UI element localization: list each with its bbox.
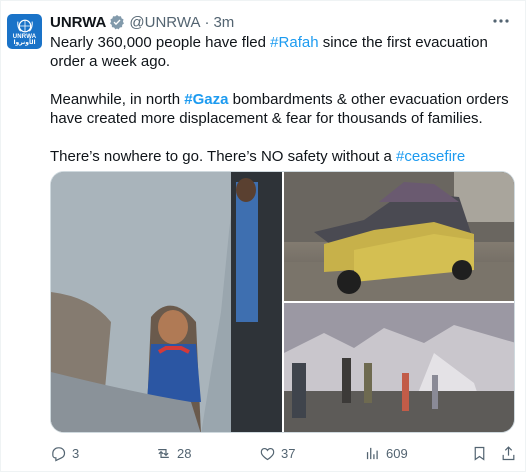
photo-tents-camp[interactable] xyxy=(284,303,514,432)
avatar[interactable]: UNRWA الأونروا xyxy=(7,14,42,49)
more-icon[interactable] xyxy=(491,11,511,31)
verified-icon xyxy=(110,15,125,30)
hashtag-link[interactable]: #Rafah xyxy=(270,34,318,51)
photo-loaded-taxi[interactable] xyxy=(284,172,514,301)
bookmark-icon xyxy=(474,446,485,461)
retweet-count: 28 xyxy=(177,445,192,461)
share-icon xyxy=(502,445,515,460)
author-handle[interactable]: @UNRWA xyxy=(129,14,200,31)
views-count: 609 xyxy=(386,445,408,461)
like-button[interactable]: 37 xyxy=(259,443,295,463)
un-emblem-icon xyxy=(16,19,33,33)
separator-dot: · xyxy=(204,13,210,31)
retweet-button[interactable]: 28 xyxy=(155,443,191,463)
avatar-brand-subtext: الأونروا xyxy=(13,40,36,46)
retweet-icon xyxy=(158,448,169,458)
tweet-timestamp[interactable]: 3m xyxy=(213,14,234,31)
like-count: 37 xyxy=(281,445,296,461)
tweet-text-segment: There’s nowhere to go. There’s NO safety… xyxy=(50,148,397,165)
tweet-paragraph: Meanwhile, in north #Gaza bombardments &… xyxy=(50,90,518,128)
reply-icon xyxy=(52,446,66,462)
views-icon xyxy=(366,447,378,459)
tweet-paragraph: Nearly 360,000 people have fled #Rafah s… xyxy=(50,33,518,71)
media-grid xyxy=(50,171,515,433)
reply-button[interactable]: 3 xyxy=(50,443,79,463)
photo-child-behind-tarp[interactable] xyxy=(51,172,282,432)
action-bar: 3 28 37 609 xyxy=(50,443,518,463)
hashtag-link[interactable]: #Gaza xyxy=(184,91,228,108)
views-button[interactable]: 609 xyxy=(364,443,408,463)
tweet-header: UNRWA @UNRWA · 3m xyxy=(50,12,234,32)
like-icon xyxy=(260,447,275,460)
share-button[interactable] xyxy=(500,443,522,463)
tweet-text-segment: Nearly 360,000 people have fled xyxy=(50,34,271,51)
reply-count: 3 xyxy=(72,445,80,461)
tweet-text-segment: Meanwhile, in north xyxy=(50,91,185,108)
author-name[interactable]: UNRWA xyxy=(50,14,106,31)
tweet-paragraph: There’s nowhere to go. There’s NO safety… xyxy=(50,147,518,166)
tweet-text: Nearly 360,000 people have fled #Rafah s… xyxy=(50,33,518,166)
tweet: UNRWA الأونروا UNRWA @UNRWA · 3m Nearly … xyxy=(0,0,526,472)
bookmark-button[interactable] xyxy=(471,443,493,463)
hashtag-link[interactable]: #ceasefire xyxy=(396,148,465,165)
